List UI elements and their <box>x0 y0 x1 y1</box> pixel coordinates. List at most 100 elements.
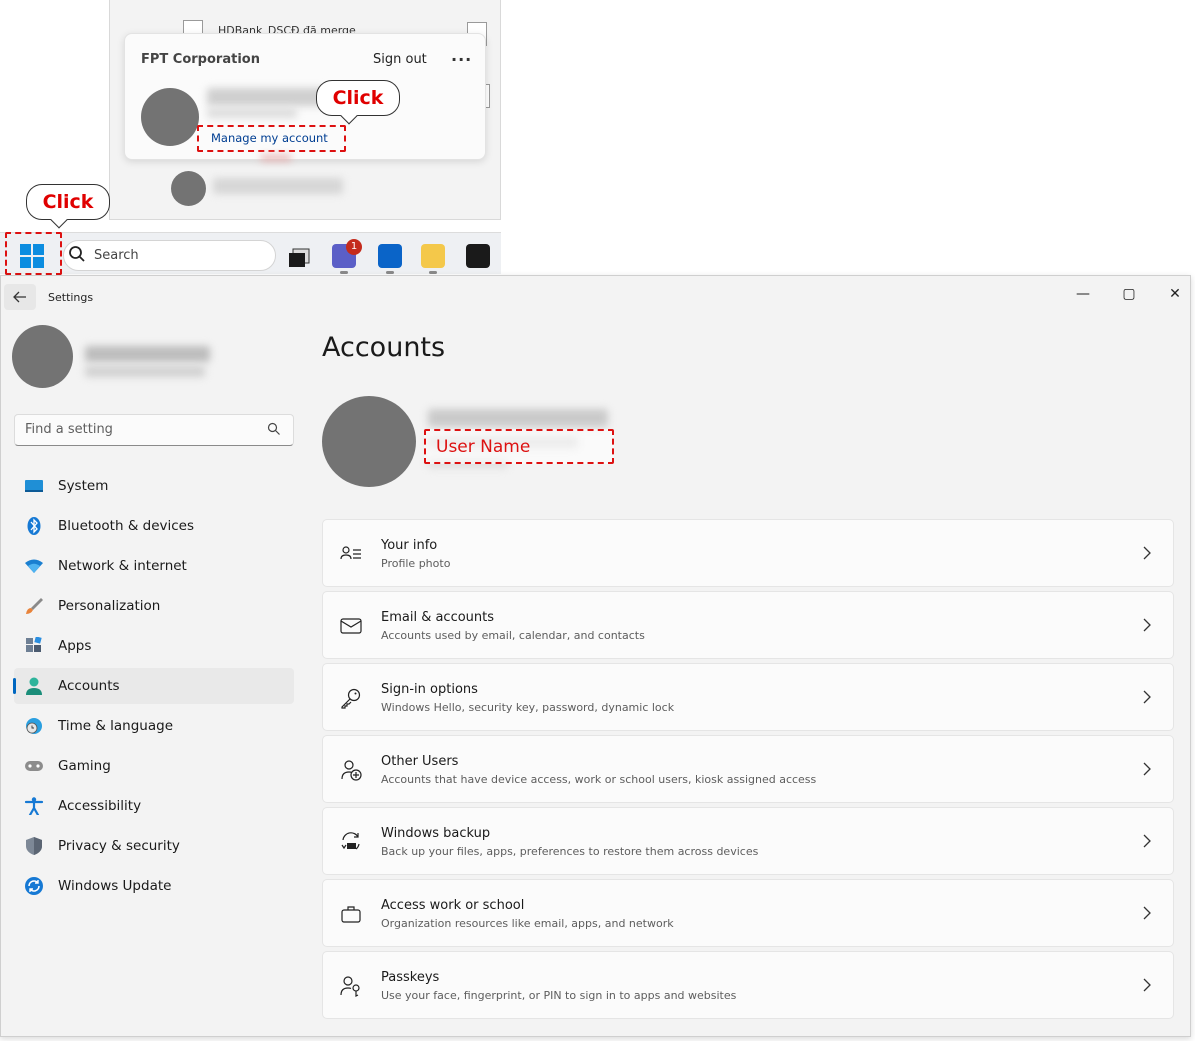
card-sign-in-options[interactable]: Sign-in options Windows Hello, security … <box>322 663 1174 731</box>
back-button[interactable] <box>4 284 36 310</box>
file-explorer-icon[interactable] <box>421 244 445 268</box>
organization-name: FPT Corporation <box>141 52 260 67</box>
sidebar-item-accessibility[interactable]: Accessibility <box>14 788 294 824</box>
person-icon <box>26 677 42 695</box>
sidebar-item-label: Windows Update <box>58 878 172 894</box>
sidebar-item-label: Time & language <box>58 718 174 734</box>
sidebar-item-label: Network & internet <box>58 558 187 574</box>
outlook-icon[interactable] <box>378 244 402 268</box>
running-indicator <box>429 271 437 274</box>
page-title: Accounts <box>322 332 446 363</box>
card-title: Your info <box>381 538 438 553</box>
sticky-notes-icon[interactable] <box>466 244 490 268</box>
maximize-button[interactable]: ▢ <box>1109 282 1149 306</box>
settings-window: Settings — ▢ ✕ Find a setting System Blu… <box>0 275 1191 1037</box>
card-subtitle: Accounts used by email, calendar, and co… <box>381 629 645 642</box>
card-access-work-school[interactable]: Access work or school Organization resou… <box>322 879 1174 947</box>
click-callout-manage: Click <box>316 80 400 125</box>
sidebar-item-gaming[interactable]: Gaming <box>14 748 294 784</box>
card-your-info[interactable]: Your info Profile photo <box>322 519 1174 587</box>
card-title: Email & accounts <box>381 610 495 625</box>
mail-icon <box>340 618 362 634</box>
card-passkeys[interactable]: Passkeys Use your face, fingerprint, or … <box>322 951 1174 1019</box>
card-title: Other Users <box>381 754 459 769</box>
blurred-other-user-name <box>213 178 343 194</box>
sign-out-button[interactable]: Sign out <box>373 52 427 67</box>
passkey-icon <box>340 976 360 997</box>
card-subtitle: Windows Hello, security key, password, d… <box>381 701 675 714</box>
avatar <box>12 325 73 388</box>
backup-icon <box>341 832 360 850</box>
notification-badge: 1 <box>346 239 362 255</box>
blurred-user-name <box>207 88 327 106</box>
sidebar-item-label: Accessibility <box>58 798 142 814</box>
user-name-annotation: User Name <box>436 437 531 457</box>
sidebar-item-system[interactable]: System <box>14 468 294 504</box>
sidebar-item-time-language[interactable]: Time & language <box>14 708 294 744</box>
globe-clock-icon <box>26 718 42 734</box>
callout-label: Click <box>332 87 384 109</box>
sidebar-item-bluetooth[interactable]: Bluetooth & devices <box>14 508 294 544</box>
gamepad-icon <box>25 761 43 771</box>
person-card-icon <box>340 546 361 560</box>
card-subtitle: Profile photo <box>381 557 451 570</box>
arrow-left-icon <box>13 291 26 303</box>
card-windows-backup[interactable]: Windows backup Back up your files, apps,… <box>322 807 1174 875</box>
card-title: Access work or school <box>381 898 525 913</box>
briefcase-icon <box>341 906 361 923</box>
card-other-users[interactable]: Other Users Accounts that have device ac… <box>322 735 1174 803</box>
sidebar-item-label: Apps <box>58 638 92 654</box>
manage-account-link[interactable]: Manage my account <box>211 131 328 145</box>
callout-label: Click <box>42 191 94 213</box>
key-icon <box>341 688 361 709</box>
task-view-icon[interactable] <box>287 247 311 269</box>
sidebar-item-privacy[interactable]: Privacy & security <box>14 828 294 864</box>
more-options-icon[interactable]: ··· <box>451 50 472 69</box>
sidebar-item-accounts[interactable]: Accounts <box>13 668 294 704</box>
other-user-avatar[interactable] <box>171 171 206 206</box>
search-icon <box>267 422 280 435</box>
sidebar-item-label: Accounts <box>58 678 120 694</box>
card-subtitle: Use your face, fingerprint, or PIN to si… <box>381 989 737 1002</box>
chevron-right-icon <box>1143 546 1151 560</box>
chevron-right-icon <box>1143 762 1151 776</box>
sidebar-item-personalization[interactable]: Personalization <box>14 588 294 624</box>
blurred-detail <box>261 155 291 161</box>
accessibility-icon <box>24 797 44 815</box>
chevron-right-icon <box>1143 978 1151 992</box>
avatar <box>141 88 199 146</box>
sidebar-item-label: System <box>58 478 109 494</box>
sidebar-item-label: Personalization <box>58 598 161 614</box>
sidebar-item-windows-update[interactable]: Windows Update <box>14 868 294 904</box>
card-title: Sign-in options <box>381 682 478 697</box>
blurred-user-detail <box>207 108 297 118</box>
minimize-button[interactable]: — <box>1063 282 1103 306</box>
window-title: Settings <box>48 291 94 304</box>
blurred-user-name <box>428 409 608 427</box>
sidebar-item-label: Gaming <box>58 758 111 774</box>
chevron-right-icon <box>1143 834 1151 848</box>
update-icon <box>25 877 43 895</box>
add-user-icon <box>341 760 362 781</box>
sidebar-item-apps[interactable]: Apps <box>14 628 294 664</box>
blurred-user-email <box>85 366 205 377</box>
wifi-icon <box>25 559 43 573</box>
chevron-right-icon <box>1143 906 1151 920</box>
sidebar-item-label: Privacy & security <box>58 838 180 854</box>
display-icon <box>25 480 43 492</box>
card-title: Windows backup <box>381 826 491 841</box>
close-button[interactable]: ✕ <box>1155 282 1190 306</box>
avatar <box>322 396 416 487</box>
sidebar-item-network[interactable]: Network & internet <box>14 548 294 584</box>
blurred-user-name <box>85 346 210 362</box>
card-email-accounts[interactable]: Email & accounts Accounts used by email,… <box>322 591 1174 659</box>
card-subtitle: Back up your files, apps, preferences to… <box>381 845 759 858</box>
running-indicator <box>340 271 348 274</box>
shield-icon <box>26 837 42 855</box>
card-subtitle: Accounts that have device access, work o… <box>381 773 817 786</box>
callout-tail <box>50 211 68 229</box>
card-title: Passkeys <box>381 970 440 985</box>
windows-start-icon[interactable] <box>20 244 44 268</box>
running-indicator <box>386 271 394 274</box>
bluetooth-icon <box>27 517 41 535</box>
